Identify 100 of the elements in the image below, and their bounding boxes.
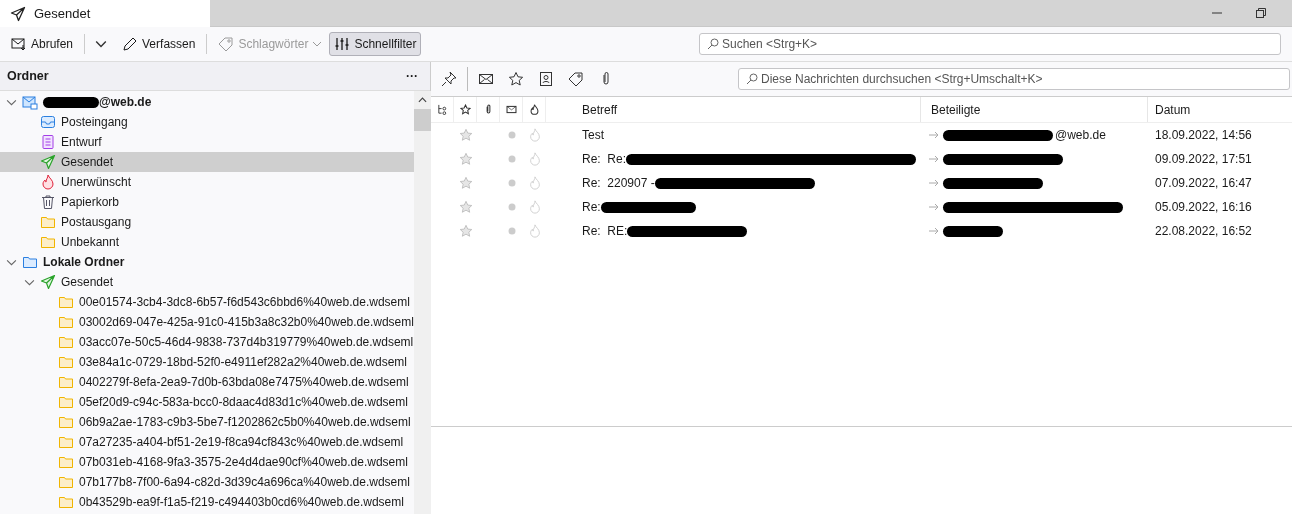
- folder-icon: [58, 454, 74, 470]
- folder-label: 03e84a1c-0729-18bd-52f0-e4911ef282a2%40web.de.wdseml: [79, 355, 408, 369]
- folder-label: 0402279f-8efa-2ea9-7d0b-63bda08e7475%40web.de.wdseml: [79, 375, 409, 389]
- folder-item[interactable]: Entwurf: [0, 132, 414, 152]
- folder-item[interactable]: Posteingang: [0, 112, 414, 132]
- folder-item[interactable]: Gesendet: [0, 272, 414, 292]
- toolbar-button[interactable]: Schnellfilter: [329, 32, 422, 56]
- folder-item[interactable]: 03acc07e-50c5-46d4-9838-737d4b319779%40web.de.wdseml: [0, 332, 414, 352]
- star-icon[interactable]: [459, 104, 471, 115]
- arrow-icon: [929, 203, 939, 211]
- folder-label: Gesendet: [61, 155, 114, 169]
- pane-title: Ordner: [7, 69, 49, 83]
- star-icon[interactable]: [458, 200, 473, 214]
- folder-icon: [58, 434, 74, 450]
- star-icon[interactable]: [458, 152, 473, 166]
- envelope-icon[interactable]: [505, 104, 517, 115]
- folder-icon: [58, 314, 74, 330]
- folder-item[interactable]: 0b43529b-ea9f-f1a5-f219-c494403b0cd6%40web.de.wdseml: [0, 492, 414, 512]
- pin-icon[interactable]: [441, 71, 457, 87]
- folder-item[interactable]: 07a27235-a404-bf51-2e19-f8ca94cf843c%40web.de.wdseml: [0, 432, 414, 452]
- folder-icon: [58, 394, 74, 410]
- thread-icon[interactable]: [436, 104, 448, 115]
- toolbar-button[interactable]: Abrufen: [6, 32, 79, 56]
- folder-label: 07b177b8-7f00-6a94-c82d-3d39c4a696ca%40web.de.wdseml: [79, 475, 410, 489]
- folder-item[interactable]: Postausgang: [0, 212, 414, 232]
- scroll-up-icon[interactable]: [417, 97, 427, 103]
- folder-label: @web.de: [99, 95, 152, 109]
- folder-item[interactable]: 07b031eb-4168-9fa3-3575-2e4d4dae90cf%40web.de.wdseml: [0, 452, 414, 472]
- send-icon: [40, 274, 56, 290]
- envelope-icon[interactable]: [478, 71, 494, 87]
- folder-label: Postausgang: [61, 215, 132, 229]
- star-icon[interactable]: [458, 176, 473, 190]
- column-header[interactable]: Betreff: [546, 97, 921, 122]
- folder-label: 07a27235-a404-bf51-2e19-f8ca94cf843c%40web.de.wdseml: [79, 435, 404, 449]
- folder-item[interactable]: 00e01574-3cb4-3dc8-6b57-f6d543c6bbd6%40web.de.wdseml: [0, 292, 414, 312]
- flame-icon[interactable]: [528, 104, 540, 115]
- chevron-icon[interactable]: [24, 278, 35, 286]
- arrow-icon: [929, 179, 939, 187]
- arrow-icon: [929, 227, 939, 235]
- folder-item[interactable]: @web.de: [0, 92, 414, 112]
- draft-icon: [40, 134, 56, 150]
- more-menu-button[interactable]: ···: [406, 69, 418, 83]
- column-header[interactable]: Beteiligte: [921, 97, 1148, 122]
- scrollbar-thumb[interactable]: [413, 109, 431, 131]
- folder-item[interactable]: 05ef20d9-c94c-583a-bcc0-8daac4d83d1c%40web.de.wdseml: [0, 392, 414, 412]
- folder-item[interactable]: Unbekannt: [0, 232, 414, 252]
- folder-icon: [22, 254, 38, 270]
- folder-label: Gesendet: [61, 275, 114, 289]
- search-icon: [746, 73, 758, 85]
- subject-text: Re:: [582, 200, 601, 214]
- folder-label: 0b43529b-ea9f-f1a5-f219-c494403b0cd6%40web.de.wdseml: [79, 495, 404, 509]
- star-icon[interactable]: [458, 224, 473, 238]
- send-icon: [40, 154, 56, 170]
- folder-label: 03acc07e-50c5-46d4-9838-737d4b319779%40web.de.wdseml: [79, 335, 414, 349]
- folder-item[interactable]: 03e84a1c-0729-18bd-52f0-e4911ef282a2%40web.de.wdseml: [0, 352, 414, 372]
- folder-item[interactable]: Unerwünscht: [0, 172, 414, 192]
- date-text: 05.09.2022, 16:16: [1155, 200, 1252, 214]
- folder-icon: [58, 354, 74, 370]
- folder-item[interactable]: 03002d69-047e-425a-91c0-415b3a8c32b0%40web.de.wdseml: [0, 312, 414, 332]
- folder-icon: [58, 334, 74, 350]
- tag-icon[interactable]: [568, 71, 584, 87]
- star-icon[interactable]: [508, 71, 524, 87]
- star-icon[interactable]: [458, 128, 473, 142]
- folder-tab[interactable]: Gesendet: [0, 0, 210, 27]
- folder-label: 03002d69-047e-425a-91c0-415b3a8c32b0%40web.de.wdseml: [79, 315, 414, 329]
- folder-icon: [40, 234, 56, 250]
- tab-title: Gesendet: [34, 6, 91, 21]
- column-header[interactable]: Datum: [1148, 97, 1292, 122]
- chevron-icon[interactable]: [6, 258, 17, 266]
- subject-text: Test: [582, 128, 604, 142]
- caret-icon[interactable]: [95, 40, 108, 48]
- arrow-icon: [929, 131, 939, 139]
- folder-item[interactable]: Gesendet: [0, 152, 414, 172]
- sliders-icon: [334, 36, 351, 52]
- date-text: 18.09.2022, 14:56: [1155, 128, 1252, 142]
- contact-icon[interactable]: [538, 71, 554, 87]
- send-icon: [10, 5, 26, 22]
- search-field[interactable]: Diese Nachrichten durchsuchen <Strg+Umschalt+K>: [738, 68, 1290, 90]
- folder-icon: [58, 474, 74, 490]
- arrow-icon: [929, 155, 939, 163]
- folder-item[interactable]: 07b177b8-7f00-6a94-c82d-3d39c4a696ca%40web.de.wdseml: [0, 472, 414, 492]
- date-text: 22.08.2022, 16:52: [1155, 224, 1252, 238]
- restore-icon[interactable]: [1256, 8, 1266, 18]
- subject-text: Re: RE:: [582, 224, 628, 238]
- folder-item[interactable]: Papierkorb: [0, 192, 414, 212]
- caret-icon: [312, 41, 323, 47]
- folder-icon: [40, 214, 56, 230]
- toolbar-button[interactable]: Verfassen: [117, 32, 201, 56]
- date-text: 07.09.2022, 16:47: [1155, 176, 1252, 190]
- folder-label: 00e01574-3cb4-3dc8-6b57-f6d543c6bbd6%40web.de.wdseml: [79, 295, 410, 309]
- tag-icon: [218, 36, 235, 52]
- chevron-icon[interactable]: [6, 98, 17, 106]
- folder-item[interactable]: Lokale Ordner: [0, 252, 414, 272]
- folder-item[interactable]: 06b9a2ae-1783-c9b3-5be7-f1202862c5b0%40web.de.wdseml: [0, 412, 414, 432]
- folder-item[interactable]: 0402279f-8efa-2ea9-7d0b-63bda08e7475%40web.de.wdseml: [0, 372, 414, 392]
- search-field[interactable]: Suchen <Strg+K>: [699, 33, 1281, 55]
- search-icon: [707, 38, 719, 50]
- folder-label: Unerwünscht: [61, 175, 132, 189]
- date-text: 09.09.2022, 17:51: [1155, 152, 1252, 166]
- envelope-icon: [11, 36, 27, 52]
